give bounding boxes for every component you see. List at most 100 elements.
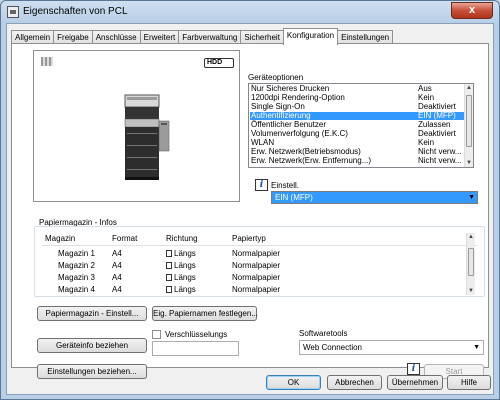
scroll-down-icon[interactable]: ▼ bbox=[465, 159, 473, 167]
tab-allgemein[interactable]: Allgemein bbox=[11, 30, 55, 44]
option-name: Authentifizierung bbox=[251, 111, 311, 120]
mfp-printer-icon bbox=[124, 94, 170, 180]
option-name: Volumenverfolgung (E.K.C) bbox=[251, 129, 348, 138]
configuration-panel: HDD Geräteoptionen Nur Sicheres Drucken … bbox=[11, 43, 489, 379]
paper-tray-scrollbar[interactable]: ▲ ▼ bbox=[466, 233, 475, 295]
tray-paper-type: Normalpapier bbox=[232, 285, 281, 294]
portrait-page-icon bbox=[166, 274, 172, 281]
option-value: Kein bbox=[418, 93, 435, 102]
device-option-row[interactable]: Volumenverfolgung (E.K.C) Deaktiviert bbox=[250, 130, 464, 138]
option-name: Nur Sicheres Drucken bbox=[251, 84, 330, 93]
tray-paper-type: Normalpapier bbox=[232, 261, 281, 270]
option-name: 1200dpi Rendering-Option bbox=[251, 93, 345, 102]
column-magazin[interactable]: Magazin bbox=[45, 234, 75, 243]
device-options-scrollbar[interactable]: ▲ ▼ bbox=[464, 84, 473, 167]
option-name: Öffentlicher Benutzer bbox=[251, 120, 327, 129]
paper-names-button[interactable]: Eig. Papiernamen festlegen... bbox=[152, 306, 258, 321]
tray-format: A4 bbox=[112, 249, 122, 258]
device-options-label: Geräteoptionen bbox=[248, 73, 304, 82]
chevron-down-icon: ▼ bbox=[468, 194, 475, 201]
dialog-client: Allgemein Freigabe Anschlüsse Erweitert … bbox=[6, 23, 494, 395]
portrait-page-icon bbox=[166, 250, 172, 257]
option-value: Aus bbox=[418, 84, 432, 93]
apply-button[interactable]: Übernehmen bbox=[387, 375, 443, 390]
tray-direction: Längs bbox=[174, 273, 196, 282]
tray-paper-type: Normalpapier bbox=[232, 249, 281, 258]
get-device-info-button[interactable]: Geräteinfo beziehen bbox=[37, 338, 147, 353]
info-icon[interactable]: i bbox=[255, 179, 268, 191]
tab-erweitert[interactable]: Erweitert bbox=[139, 30, 180, 44]
info-icon[interactable]: i bbox=[407, 363, 420, 375]
preview-thumbnail-icon bbox=[41, 57, 53, 66]
tray-direction-cell: Längs bbox=[166, 272, 196, 283]
software-tools-value: Web Connection bbox=[303, 343, 362, 352]
encryption-input[interactable] bbox=[152, 341, 239, 356]
hdd-label: HDD bbox=[207, 59, 223, 66]
setting-value: EIN (MFP) bbox=[275, 193, 313, 202]
tab-konfiguration[interactable]: Konfiguration bbox=[282, 28, 339, 45]
tab-einstellungen[interactable]: Einstellungen bbox=[337, 30, 394, 44]
tray-direction-cell: Längs bbox=[166, 260, 196, 271]
tray-direction-cell: Längs bbox=[166, 248, 196, 259]
tab-sicherheit[interactable]: Sicherheit bbox=[240, 30, 284, 44]
table-row[interactable]: Magazin 1 A4 Längs Normalpapier bbox=[42, 248, 472, 259]
tray-name: Magazin 3 bbox=[58, 273, 95, 282]
properties-window: Eigenschaften von PCL x Allgemein Freiga… bbox=[0, 0, 500, 400]
encryption-checkbox[interactable] bbox=[152, 330, 161, 339]
tab-anschluesse[interactable]: Anschlüsse bbox=[91, 30, 141, 44]
ok-button[interactable]: OK bbox=[266, 375, 321, 390]
device-option-row[interactable]: Öffentlicher Benutzer Zulassen bbox=[250, 121, 464, 129]
table-row[interactable]: Magazin 3 A4 Längs Normalpapier bbox=[42, 272, 472, 283]
option-name: WLAN bbox=[251, 138, 275, 147]
option-value: Deaktiviert bbox=[418, 129, 456, 138]
paper-tray-header: Magazin Format Richtung Papiertyp bbox=[42, 234, 478, 246]
chevron-down-icon: ▼ bbox=[473, 344, 480, 351]
column-format[interactable]: Format bbox=[112, 234, 137, 243]
device-option-row[interactable]: Erw. Netzwerk(Erw. Entfernung...) Nicht v… bbox=[250, 157, 464, 165]
encryption-label: Verschlüsselungs bbox=[165, 330, 228, 339]
tab-freigabe[interactable]: Freigabe bbox=[53, 30, 93, 44]
tray-name: Magazin 2 bbox=[58, 261, 95, 270]
tray-name: Magazin 4 bbox=[58, 285, 95, 294]
device-options-list[interactable]: Nur Sicheres Drucken Aus 1200dpi Renderin… bbox=[248, 83, 474, 168]
device-option-row[interactable]: WLAN Kein bbox=[250, 139, 464, 147]
device-option-row[interactable]: Erw. Netzwerk(Betriebsmodus) Nicht verw..… bbox=[250, 148, 464, 156]
table-row[interactable]: Magazin 4 A4 Längs Normalpapier bbox=[42, 284, 472, 295]
tab-strip: Allgemein Freigabe Anschlüsse Erweitert … bbox=[11, 28, 394, 45]
table-row[interactable]: Magazin 2 A4 Längs Normalpapier bbox=[42, 260, 472, 271]
option-name: Single Sign-On bbox=[251, 102, 305, 111]
help-button[interactable]: Hilfe bbox=[447, 375, 491, 390]
get-settings-button[interactable]: Einstellungen beziehen... bbox=[37, 364, 147, 379]
title-bar[interactable]: Eigenschaften von PCL x bbox=[1, 1, 499, 23]
tray-paper-type: Normalpapier bbox=[232, 273, 281, 282]
setting-label: Einstell. bbox=[271, 181, 300, 190]
scroll-down-icon[interactable]: ▼ bbox=[467, 287, 475, 295]
paper-tray-settings-button[interactable]: Papiermagazin - Einstell... bbox=[37, 306, 147, 321]
portrait-page-icon bbox=[166, 262, 172, 269]
setting-dropdown[interactable]: EIN (MFP) ▼ bbox=[271, 191, 478, 204]
option-value: Deaktiviert bbox=[418, 102, 456, 111]
option-value: Nicht verw... bbox=[418, 156, 462, 165]
scroll-up-icon[interactable]: ▲ bbox=[467, 233, 475, 241]
device-option-row[interactable]: Nur Sicheres Drucken Aus bbox=[250, 85, 464, 93]
option-value: Zulassen bbox=[418, 120, 451, 129]
device-option-row[interactable]: Single Sign-On Deaktiviert bbox=[250, 103, 464, 111]
cancel-button[interactable]: Abbrechen bbox=[327, 375, 382, 390]
device-option-row-selected[interactable]: Authentifizierung EIN (MFP) bbox=[250, 112, 464, 120]
option-name: Erw. Netzwerk(Erw. Entfernung...) bbox=[251, 156, 372, 165]
scroll-thumb[interactable] bbox=[466, 95, 472, 147]
close-button[interactable]: x bbox=[451, 2, 493, 19]
option-value: EIN (MFP) bbox=[418, 111, 456, 120]
device-option-row[interactable]: 1200dpi Rendering-Option Kein bbox=[250, 94, 464, 102]
column-papiertyp[interactable]: Papiertyp bbox=[232, 234, 266, 243]
window-title: Eigenschaften von PCL bbox=[23, 6, 128, 17]
software-tools-dropdown[interactable]: Web Connection ▼ bbox=[299, 340, 484, 355]
tray-format: A4 bbox=[112, 273, 122, 282]
tray-format: A4 bbox=[112, 285, 122, 294]
scroll-thumb[interactable] bbox=[468, 248, 474, 276]
tab-farbverwaltung[interactable]: Farbverwaltung bbox=[178, 30, 242, 44]
tray-direction-cell: Längs bbox=[166, 284, 196, 295]
column-richtung[interactable]: Richtung bbox=[166, 234, 198, 243]
scroll-up-icon[interactable]: ▲ bbox=[465, 84, 473, 92]
hdd-icon: HDD bbox=[204, 58, 234, 68]
